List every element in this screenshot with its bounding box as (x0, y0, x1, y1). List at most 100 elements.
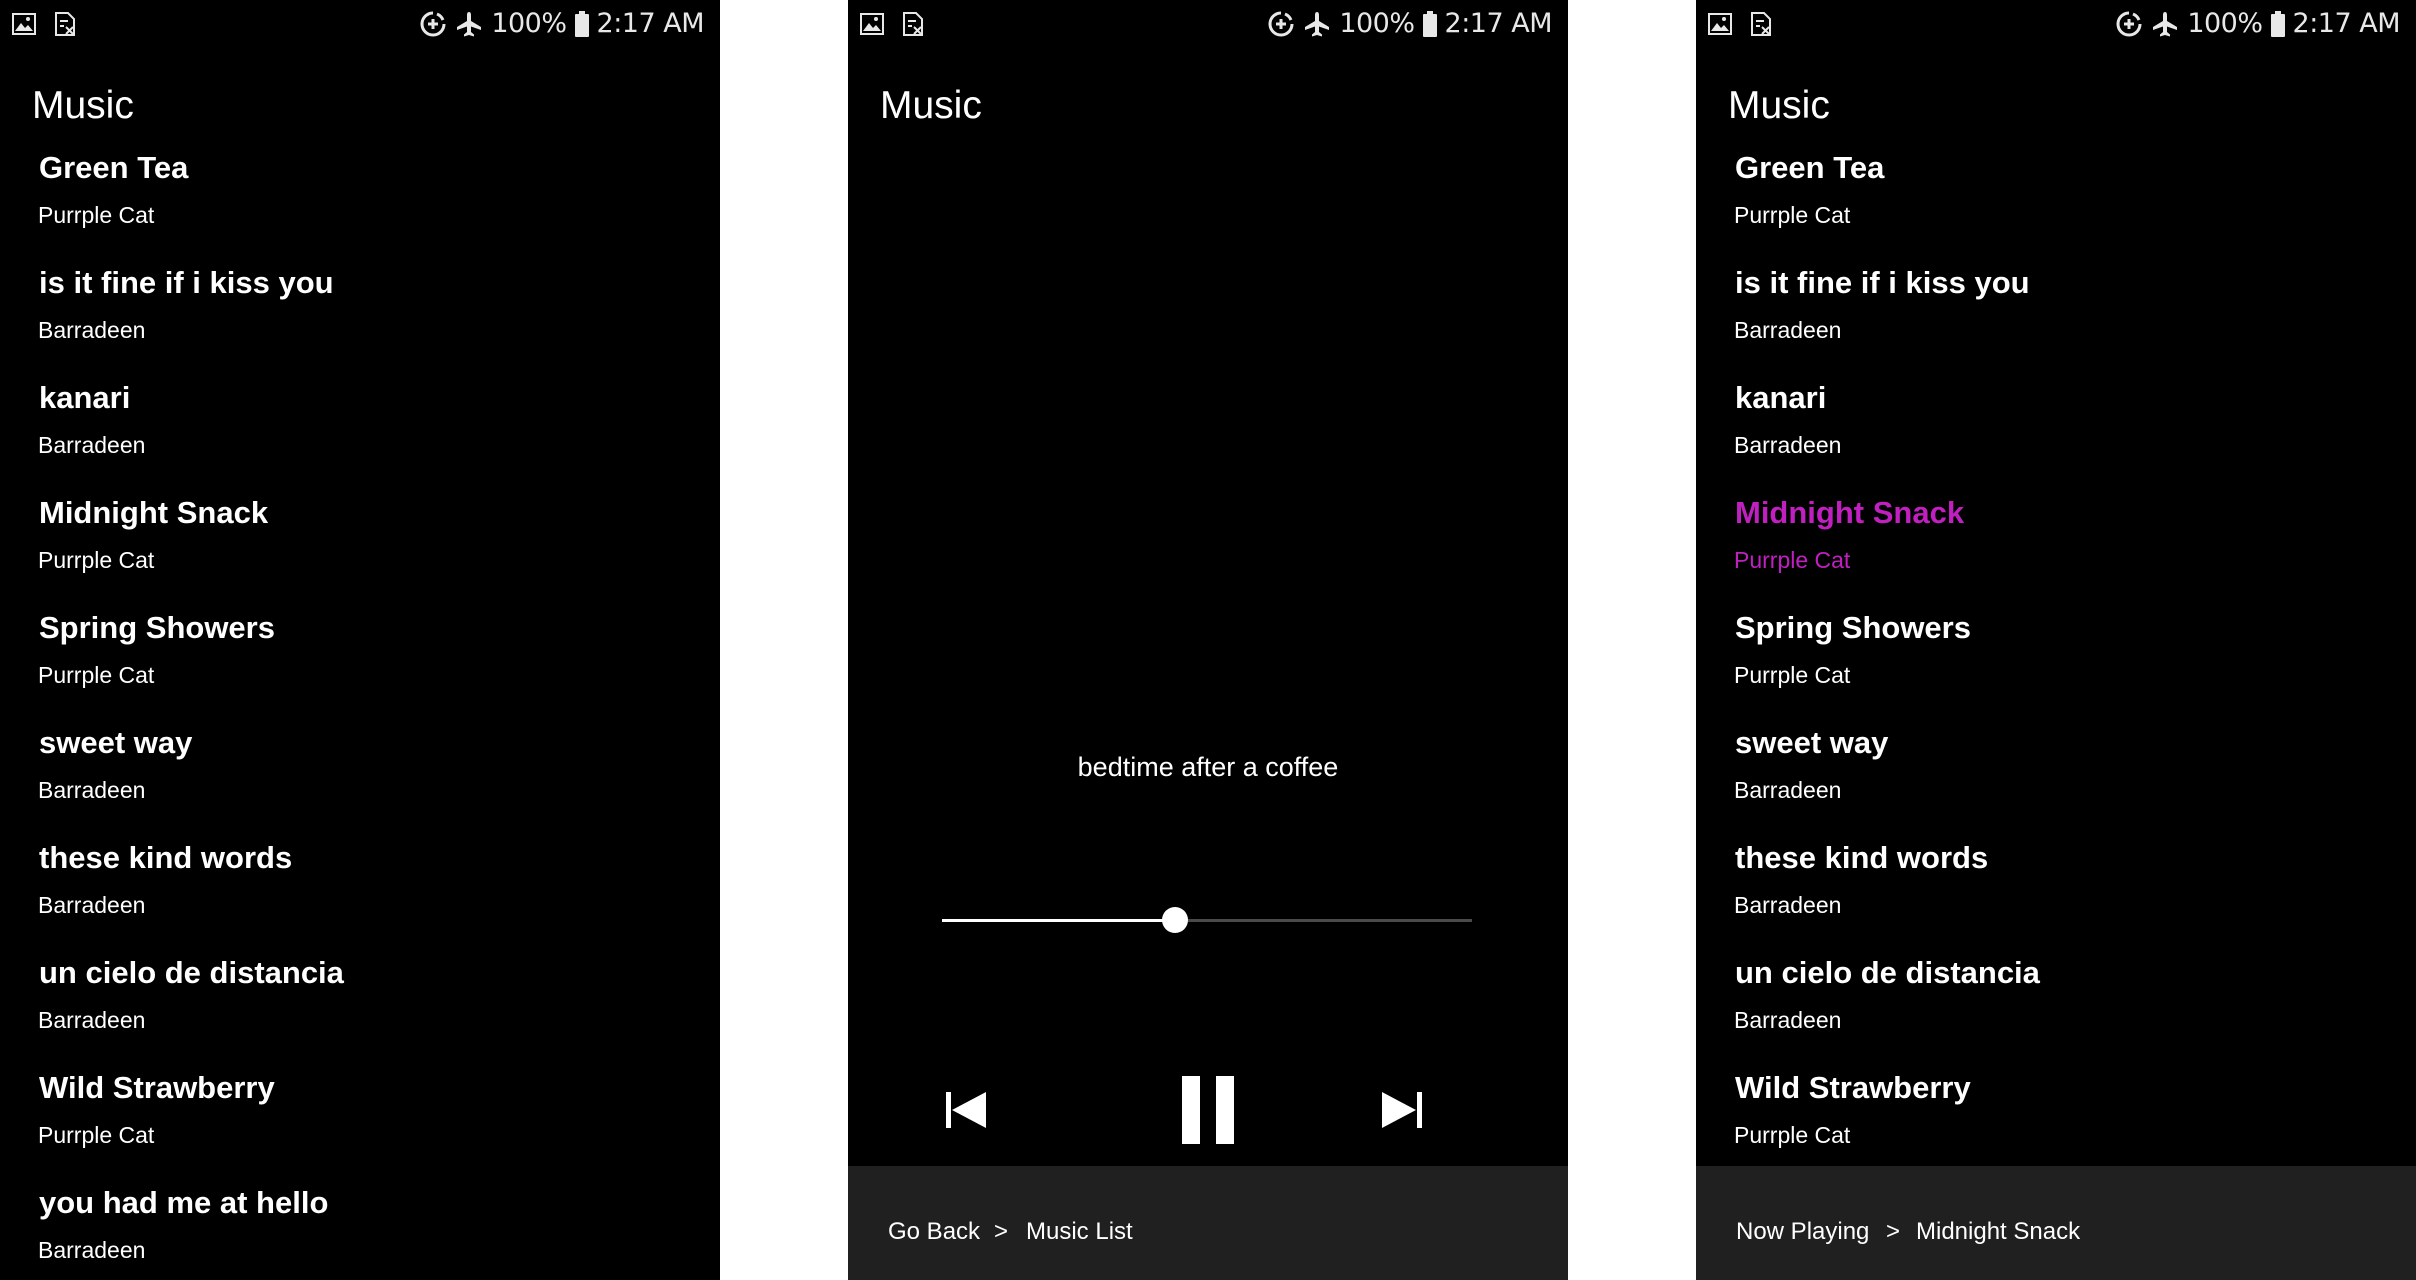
song-artist: Purrple Cat (1734, 202, 1851, 228)
page-title: Music (32, 84, 134, 127)
battery-icon (2270, 10, 2285, 37)
song-title: un cielo de distancia (39, 955, 344, 990)
song-title: you had me at hello (39, 1185, 329, 1220)
song-artist: Barradeen (1734, 777, 1842, 803)
status-bar: 100% 2:17 AM (848, 0, 1568, 50)
breadcrumb-separator: > (994, 1218, 1009, 1245)
song-title: sweet way (1735, 725, 1889, 760)
song-item[interactable]: you had me at hello Barradeen (0, 1185, 720, 1280)
song-item[interactable]: Wild Strawberry Purrple Cat (1696, 1070, 2416, 1180)
song-artist: Barradeen (1734, 1007, 1842, 1033)
song-item[interactable]: sweet way Barradeen (0, 725, 720, 835)
song-item[interactable]: kanari Barradeen (1696, 380, 2416, 490)
song-artist: Purrple Cat (1734, 1122, 1851, 1148)
song-title: is it fine if i kiss you (39, 265, 334, 300)
previous-icon (946, 1092, 986, 1128)
page-title: Music (1728, 84, 1830, 127)
song-title: sweet way (39, 725, 193, 760)
song-title: these kind words (39, 840, 293, 875)
now-playing-label: Now Playing (1736, 1218, 1870, 1245)
image-icon (12, 12, 36, 36)
music-list-screen: 100% 2:17 AM Music Green Tea Purrple Cat… (0, 0, 720, 1280)
song-artist: Barradeen (38, 777, 146, 803)
song-artist: Purrple Cat (1734, 662, 1851, 688)
song-title: is it fine if i kiss you (1735, 265, 2030, 300)
song-title: un cielo de distancia (1735, 955, 2040, 990)
now-playing-track: Midnight Snack (1916, 1218, 2081, 1245)
now-playing-title: bedtime after a coffee (1077, 752, 1339, 782)
song-artist: Barradeen (38, 1237, 146, 1263)
song-item-highlighted[interactable]: Midnight Snack Purrple Cat (1696, 495, 2416, 605)
song-artist: Barradeen (1734, 432, 1842, 458)
song-artist: Barradeen (38, 432, 146, 458)
song-title: Spring Showers (1735, 610, 1971, 645)
battery-percent: 100% (1339, 8, 1415, 39)
data-saver-icon (1267, 10, 1295, 38)
song-artist: Barradeen (38, 892, 146, 918)
song-title: Wild Strawberry (1735, 1070, 1971, 1105)
song-item[interactable]: these kind words Barradeen (1696, 840, 2416, 950)
song-item[interactable]: Green Tea Purrple Cat (1696, 150, 2416, 260)
pause-icon (1182, 1076, 1234, 1144)
song-item[interactable]: is it fine if i kiss you Barradeen (1696, 265, 2416, 375)
song-title: Midnight Snack (39, 495, 269, 530)
image-icon (860, 12, 884, 36)
song-artist: Barradeen (38, 317, 146, 343)
song-artist: Purrple Cat (38, 547, 155, 573)
battery-icon (574, 10, 589, 37)
previous-button[interactable] (940, 1084, 992, 1136)
no-sim-icon (1750, 12, 1772, 36)
pause-button[interactable] (1176, 1074, 1240, 1146)
battery-percent: 100% (491, 8, 567, 39)
song-item[interactable]: is it fine if i kiss you Barradeen (0, 265, 720, 375)
next-icon (1382, 1092, 1422, 1128)
seek-slider[interactable] (942, 902, 1472, 938)
airplane-icon (2151, 10, 2179, 38)
breadcrumb: Go Back > Music List (848, 1166, 1568, 1280)
status-time: 2:17 AM (1444, 8, 1553, 39)
song-title: Green Tea (1735, 150, 1885, 185)
airplane-icon (455, 10, 483, 38)
song-item[interactable]: kanari Barradeen (0, 380, 720, 490)
page-title: Music (880, 84, 982, 127)
song-title: Wild Strawberry (39, 1070, 275, 1105)
now-playing-bar[interactable]: Now Playing > Midnight Snack (1696, 1166, 2416, 1280)
image-icon (1708, 12, 1732, 36)
song-artist: Purrple Cat (1734, 547, 1851, 573)
song-title: these kind words (1735, 840, 1989, 875)
song-item[interactable]: these kind words Barradeen (0, 840, 720, 950)
battery-icon (1422, 10, 1437, 37)
song-item[interactable]: Green Tea Purrple Cat (0, 150, 720, 260)
song-artist: Barradeen (38, 1007, 146, 1033)
breadcrumb-separator: > (1886, 1218, 1901, 1245)
player-screen: 100% 2:17 AM Music bedtime after a coffe… (848, 0, 1568, 1280)
status-time: 2:17 AM (596, 8, 705, 39)
go-back-link[interactable]: Go Back (888, 1218, 980, 1246)
no-sim-icon (54, 12, 76, 36)
song-artist: Purrple Cat (38, 1122, 155, 1148)
breadcrumb-current: Music List (1026, 1218, 1133, 1245)
song-item[interactable]: Wild Strawberry Purrple Cat (0, 1070, 720, 1180)
next-button[interactable] (1376, 1084, 1428, 1136)
no-sim-icon (902, 12, 924, 36)
song-artist: Purrple Cat (38, 662, 155, 688)
song-title: Green Tea (39, 150, 189, 185)
song-item[interactable]: sweet way Barradeen (1696, 725, 2416, 835)
song-title: Midnight Snack (1735, 495, 1965, 530)
song-item[interactable]: un cielo de distancia Barradeen (1696, 955, 2416, 1065)
seek-thumb[interactable] (1162, 907, 1189, 933)
song-artist: Barradeen (1734, 317, 1842, 343)
airplane-icon (1303, 10, 1331, 38)
song-title: kanari (39, 380, 131, 415)
song-title: kanari (1735, 380, 1827, 415)
status-bar: 100% 2:17 AM (0, 0, 720, 50)
status-bar: 100% 2:17 AM (1696, 0, 2416, 50)
song-title: Spring Showers (39, 610, 275, 645)
song-item[interactable]: Spring Showers Purrple Cat (0, 610, 720, 720)
data-saver-icon (2115, 10, 2143, 38)
song-item[interactable]: Midnight Snack Purrple Cat (0, 495, 720, 605)
song-item[interactable]: un cielo de distancia Barradeen (0, 955, 720, 1065)
song-artist: Purrple Cat (38, 202, 155, 228)
data-saver-icon (419, 10, 447, 38)
song-item[interactable]: Spring Showers Purrple Cat (1696, 610, 2416, 720)
